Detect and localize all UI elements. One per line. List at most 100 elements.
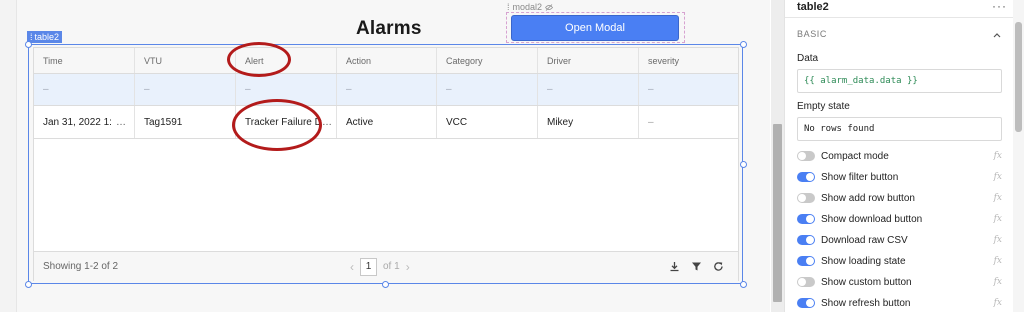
chevron-up-icon: [993, 33, 1001, 38]
filter-icon[interactable]: [691, 261, 702, 272]
table-cell[interactable]: –: [639, 74, 738, 105]
left-gutter: [0, 0, 16, 312]
page-number-input[interactable]: 1: [360, 257, 377, 276]
column-header-action[interactable]: Action: [337, 48, 437, 73]
table-cell[interactable]: –: [437, 74, 538, 105]
toggle-switch-show-refresh-button[interactable]: [797, 298, 815, 308]
data-field-label: Data: [797, 53, 819, 64]
drag-handle-icon: ⁞: [30, 32, 33, 42]
column-header-vtu[interactable]: VTU: [135, 48, 236, 73]
column-header-severity[interactable]: severity: [639, 48, 738, 73]
open-modal-button[interactable]: Open Modal: [511, 15, 679, 41]
modal-widget-tag-label: modal2: [512, 2, 543, 12]
table-widget-tag-label: table2: [34, 32, 60, 42]
empty-state-input[interactable]: No rows found: [797, 117, 1002, 141]
toggle-switch-compact-mode[interactable]: [797, 151, 815, 161]
toggle-row-show-loading-state: Show loading state fx: [797, 254, 1002, 268]
page-total-text: of 1: [383, 261, 400, 272]
table-cell[interactable]: –: [34, 74, 135, 105]
data-field-value: {{ alarm_data.data }}: [804, 76, 918, 86]
toggle-row-show-custom-button: Show custom button fx: [797, 275, 1002, 289]
fx-icon[interactable]: fx: [994, 298, 1002, 308]
toggle-switch-show-add-row-button[interactable]: [797, 193, 815, 203]
section-header-basic[interactable]: BASIC: [785, 26, 1013, 44]
table-cell-vtu[interactable]: Tag1591: [135, 106, 236, 138]
resize-handle-bottom[interactable]: [382, 281, 389, 288]
table-cell[interactable]: –: [337, 74, 437, 105]
panel-header: table2 ···: [785, 0, 1013, 18]
download-icon[interactable]: [669, 261, 680, 272]
toggle-switch-show-download-button[interactable]: [797, 214, 815, 224]
fx-icon[interactable]: fx: [994, 214, 1002, 224]
column-header-driver[interactable]: Driver: [538, 48, 639, 73]
drag-handle-icon: ⁞: [507, 2, 510, 12]
canvas-scrollbar[interactable]: [771, 0, 784, 312]
resize-handle-top-left[interactable]: [25, 41, 32, 48]
fx-icon[interactable]: fx: [994, 193, 1002, 203]
toggle-row-show-refresh-button: Show refresh button fx: [797, 296, 1002, 310]
table-cell-category[interactable]: VCC: [437, 106, 538, 138]
canvas-scrollbar-thumb[interactable]: [773, 124, 782, 302]
toggle-label: Compact mode: [821, 150, 889, 162]
toggle-switch-show-loading-state[interactable]: [797, 256, 815, 266]
table-widget-tag[interactable]: ⁞ table2: [27, 31, 63, 43]
overflow-menu-icon[interactable]: …: [116, 117, 126, 128]
data-table: Time VTU Alert Action Category Driver se…: [33, 47, 739, 281]
table-cell-severity[interactable]: –: [639, 106, 738, 138]
toggle-row-show-filter-button: Show filter button fx: [797, 170, 1002, 184]
refresh-icon[interactable]: [713, 261, 724, 272]
resize-handle-bottom-right[interactable]: [740, 281, 747, 288]
toggle-row-download-raw-csv: Download raw CSV fx: [797, 233, 1002, 247]
toggle-row-show-download-button: Show download button fx: [797, 212, 1002, 226]
column-header-category[interactable]: Category: [437, 48, 538, 73]
hidden-eye-icon: [545, 3, 554, 11]
fx-icon[interactable]: fx: [994, 151, 1002, 161]
toggle-switch-download-raw-csv[interactable]: [797, 235, 815, 245]
more-options-icon[interactable]: ···: [992, 0, 1007, 13]
data-field-input[interactable]: {{ alarm_data.data }}: [797, 69, 1002, 93]
toggle-label: Show custom button: [821, 276, 912, 288]
toggle-label: Show loading state: [821, 255, 906, 267]
table-actions: [669, 261, 724, 272]
resize-handle-top-right[interactable]: [740, 41, 747, 48]
toggle-row-compact-mode: Compact mode fx: [797, 149, 1002, 163]
empty-state-label: Empty state: [797, 101, 850, 112]
resize-handle-bottom-left[interactable]: [25, 281, 32, 288]
modal-widget-tag[interactable]: ⁞ modal2: [507, 2, 554, 12]
annotation-circle-alert-header: [227, 42, 291, 77]
panel-scrollbar-thumb[interactable]: [1015, 22, 1022, 132]
row-count-text: Showing 1-2 of 2: [43, 261, 119, 272]
toggle-switch-show-filter-button[interactable]: [797, 172, 815, 182]
resize-handle-right[interactable]: [740, 161, 747, 168]
table-header-row: Time VTU Alert Action Category Driver se…: [34, 48, 738, 74]
toggle-switch-show-custom-button[interactable]: [797, 277, 815, 287]
panel-title[interactable]: table2: [797, 1, 829, 13]
toggle-label: Show refresh button: [821, 297, 911, 309]
toggle-label: Show add row button: [821, 192, 915, 204]
fx-icon[interactable]: fx: [994, 235, 1002, 245]
toggle-label: Show filter button: [821, 171, 899, 183]
fx-icon[interactable]: fx: [994, 277, 1002, 287]
table-row-selected[interactable]: – – – – – – –: [34, 74, 738, 106]
table-cell[interactable]: –: [135, 74, 236, 105]
annotation-circle-alert-cell: [232, 99, 322, 151]
panel-scrollbar[interactable]: [1013, 0, 1024, 312]
table-cell[interactable]: –: [538, 74, 639, 105]
table-row[interactable]: Jan 31, 2022 1: … Tag1591 Tracker Failur…: [34, 106, 738, 139]
table-cell-time[interactable]: Jan 31, 2022 1: …: [34, 106, 135, 138]
toggle-row-show-add-row-button: Show add row button fx: [797, 191, 1002, 205]
next-page-icon[interactable]: ›: [406, 260, 410, 274]
table-footer: Showing 1-2 of 2 ‹ 1 of 1 ›: [34, 251, 738, 281]
fx-icon[interactable]: fx: [994, 172, 1002, 182]
cell-text: Jan 31, 2022 1:: [43, 116, 112, 128]
prev-page-icon[interactable]: ‹: [350, 260, 354, 274]
table-cell-action[interactable]: Active: [337, 106, 437, 138]
fx-icon[interactable]: fx: [994, 256, 1002, 266]
column-header-time[interactable]: Time: [34, 48, 135, 73]
section-label: BASIC: [797, 29, 828, 39]
overflow-menu-icon[interactable]: …: [322, 117, 332, 128]
empty-state-value: No rows found: [804, 124, 875, 134]
page-title: Alarms: [356, 18, 422, 39]
toggle-label: Download raw CSV: [821, 234, 908, 246]
table-cell-driver[interactable]: Mikey: [538, 106, 639, 138]
